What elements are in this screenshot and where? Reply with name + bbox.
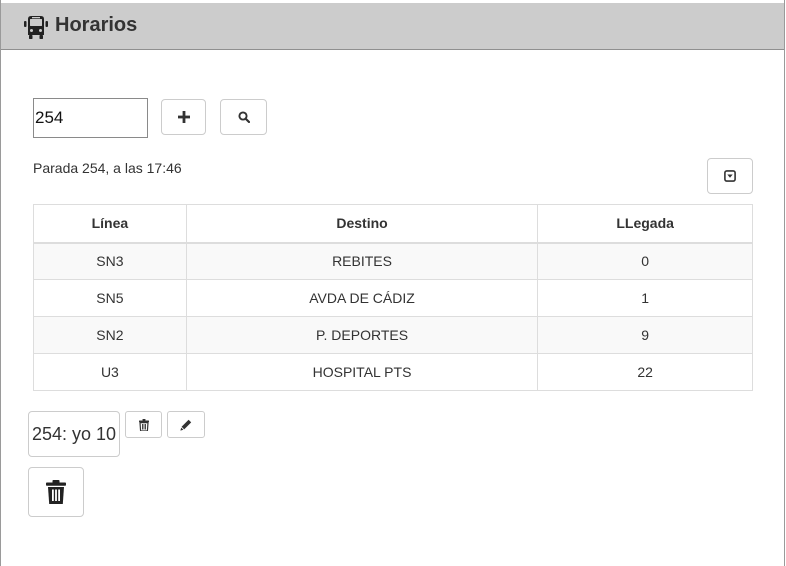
edit-favorite-button[interactable] [167, 411, 205, 438]
cell-arrival: 0 [537, 242, 753, 280]
cell-arrival: 1 [537, 279, 753, 317]
column-header-destination: Destino [185, 204, 539, 244]
table-header-row: Línea Destino LLegada [33, 204, 753, 244]
table-row: SN5 AVDA DE CÁDIZ 1 [33, 279, 753, 317]
trash-icon [46, 480, 66, 504]
table-row: SN3 REBITES 0 [33, 242, 753, 280]
plus-icon [177, 111, 190, 123]
clear-all-button[interactable] [28, 467, 84, 517]
collapse-toggle-button[interactable] [707, 158, 753, 194]
table-row: SN2 P. DEPORTES 9 [33, 316, 753, 354]
column-header-line: Línea [33, 204, 187, 244]
table-row: U3 HOSPITAL PTS 22 [33, 353, 753, 391]
dropdown-toggle-icon [724, 170, 736, 182]
window-right-border [784, 0, 785, 566]
cell-line: SN5 [33, 279, 187, 317]
cell-line: SN3 [33, 242, 187, 280]
cell-line: SN2 [33, 316, 187, 354]
cell-destination: P. DEPORTES [185, 316, 539, 354]
search-button[interactable] [220, 99, 267, 135]
add-favorite-button[interactable] [161, 99, 206, 135]
page-title: Horarios [55, 14, 138, 36]
status-text: Parada 254, a las 17:46 [33, 160, 182, 176]
cell-destination: REBITES [185, 242, 539, 280]
favorite-stop-button[interactable]: 254: yo 10 [28, 411, 120, 457]
column-header-arrival: LLegada [537, 204, 753, 244]
bus-icon [24, 16, 48, 39]
cell-line: U3 [33, 353, 187, 391]
cell-arrival: 22 [537, 353, 753, 391]
trash-icon [138, 418, 149, 431]
stop-number-input[interactable] [33, 98, 148, 138]
window-left-border [0, 0, 1, 566]
cell-destination: HOSPITAL PTS [185, 353, 539, 391]
arrivals-table: Línea Destino LLegada SN3 REBITES 0 SN5 … [33, 204, 753, 391]
search-icon [237, 111, 250, 123]
app-header: Horarios [1, 3, 784, 50]
cell-destination: AVDA DE CÁDIZ [185, 279, 539, 317]
cell-arrival: 9 [537, 316, 753, 354]
pencil-icon [180, 419, 192, 431]
delete-favorite-button[interactable] [125, 411, 162, 438]
